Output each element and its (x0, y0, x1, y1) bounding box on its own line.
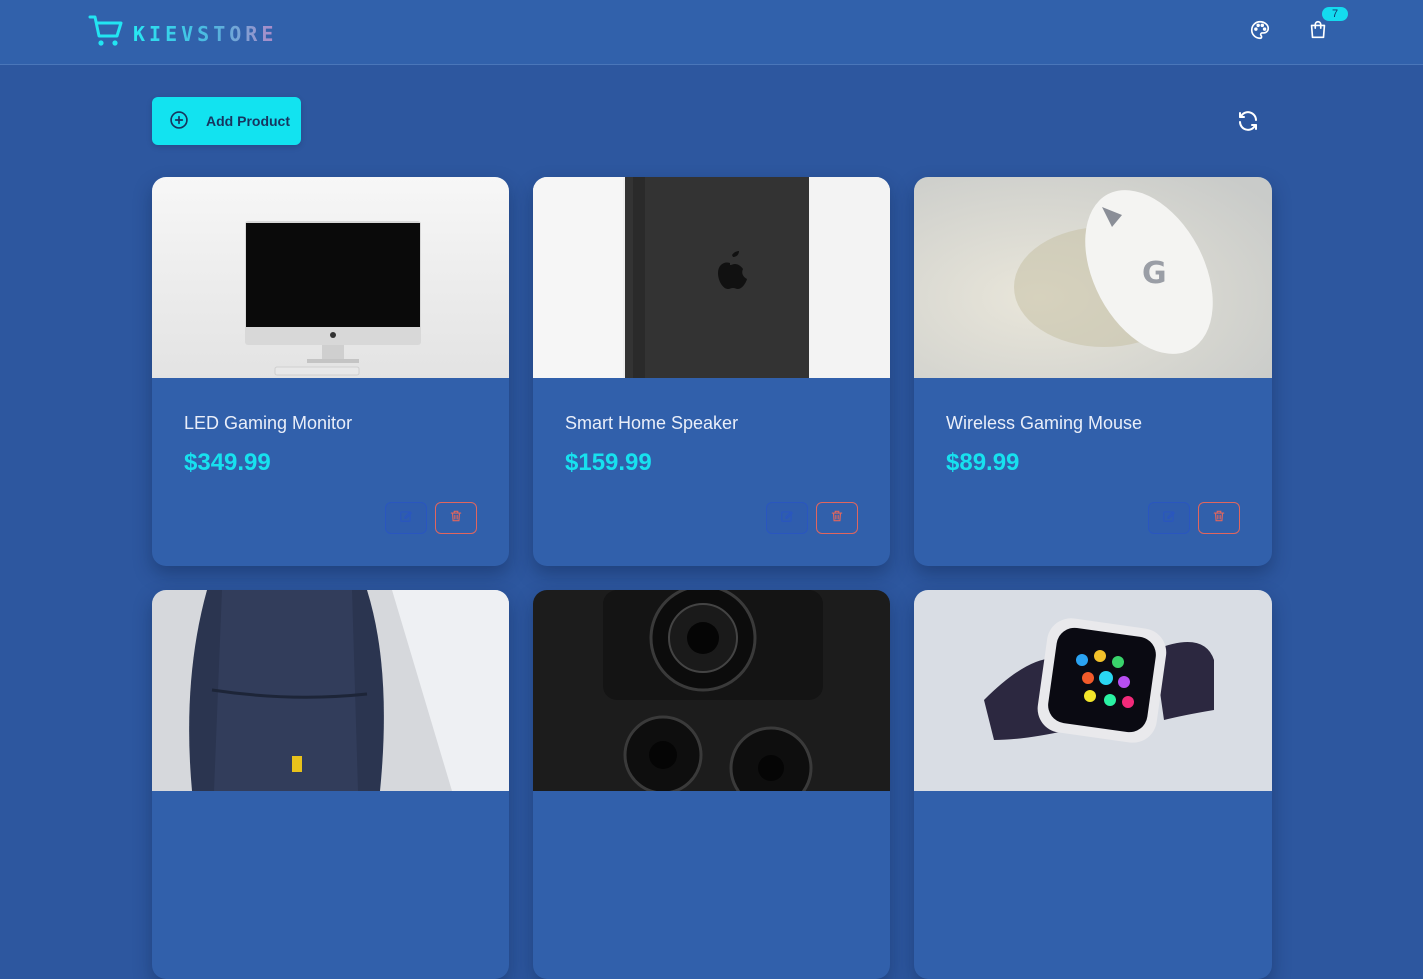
svg-text:G: G (1142, 256, 1167, 291)
plus-circle-icon (169, 110, 189, 133)
brand-name: KIEVSTORE (133, 21, 278, 46)
product-image: G (914, 177, 1272, 378)
product-card (533, 590, 890, 979)
product-card: G Wireless Gaming Mouse $89.99 (914, 177, 1272, 566)
refresh-button[interactable] (1236, 109, 1260, 133)
product-card (914, 590, 1272, 979)
delete-button[interactable] (435, 502, 477, 534)
theme-button[interactable] (1246, 18, 1274, 46)
edit-icon (399, 509, 413, 528)
product-image (533, 177, 890, 378)
shopping-bag-icon (1307, 19, 1329, 46)
add-product-button[interactable]: Add Product (152, 97, 301, 145)
cart-button[interactable] (1304, 18, 1332, 46)
product-image (152, 590, 509, 791)
cart-count-badge: 7 (1322, 7, 1348, 21)
edit-button[interactable] (1148, 502, 1190, 534)
product-title: Wireless Gaming Mouse (946, 413, 1143, 433)
trash-icon (1212, 509, 1226, 528)
product-image (914, 590, 1272, 791)
trash-icon (449, 509, 463, 528)
product-card (152, 590, 509, 979)
product-card: LED Gaming Monitor $349.99 (152, 177, 509, 566)
product-price: $159.99 (565, 449, 652, 476)
edit-icon (1162, 509, 1176, 528)
product-price: $89.99 (946, 449, 1020, 476)
palette-icon (1249, 19, 1271, 46)
product-card: Smart Home Speaker $159.99 (533, 177, 890, 566)
add-product-label: Add Product (206, 113, 290, 129)
product-price: $349.99 (184, 449, 271, 476)
brand-logo[interactable]: KIEVSTORE (88, 14, 277, 53)
delete-button[interactable] (1198, 502, 1240, 534)
trash-icon (830, 509, 844, 528)
shopping-cart-icon (88, 14, 124, 53)
product-title: LED Gaming Monitor (184, 413, 353, 433)
edit-icon (780, 509, 794, 528)
top-navbar: KIEVSTORE 7 (0, 0, 1423, 65)
refresh-icon (1236, 111, 1260, 137)
edit-button[interactable] (766, 502, 808, 534)
edit-button[interactable] (385, 502, 427, 534)
product-image (152, 177, 509, 378)
product-title: Smart Home Speaker (565, 413, 739, 433)
product-image (533, 590, 890, 791)
delete-button[interactable] (816, 502, 858, 534)
